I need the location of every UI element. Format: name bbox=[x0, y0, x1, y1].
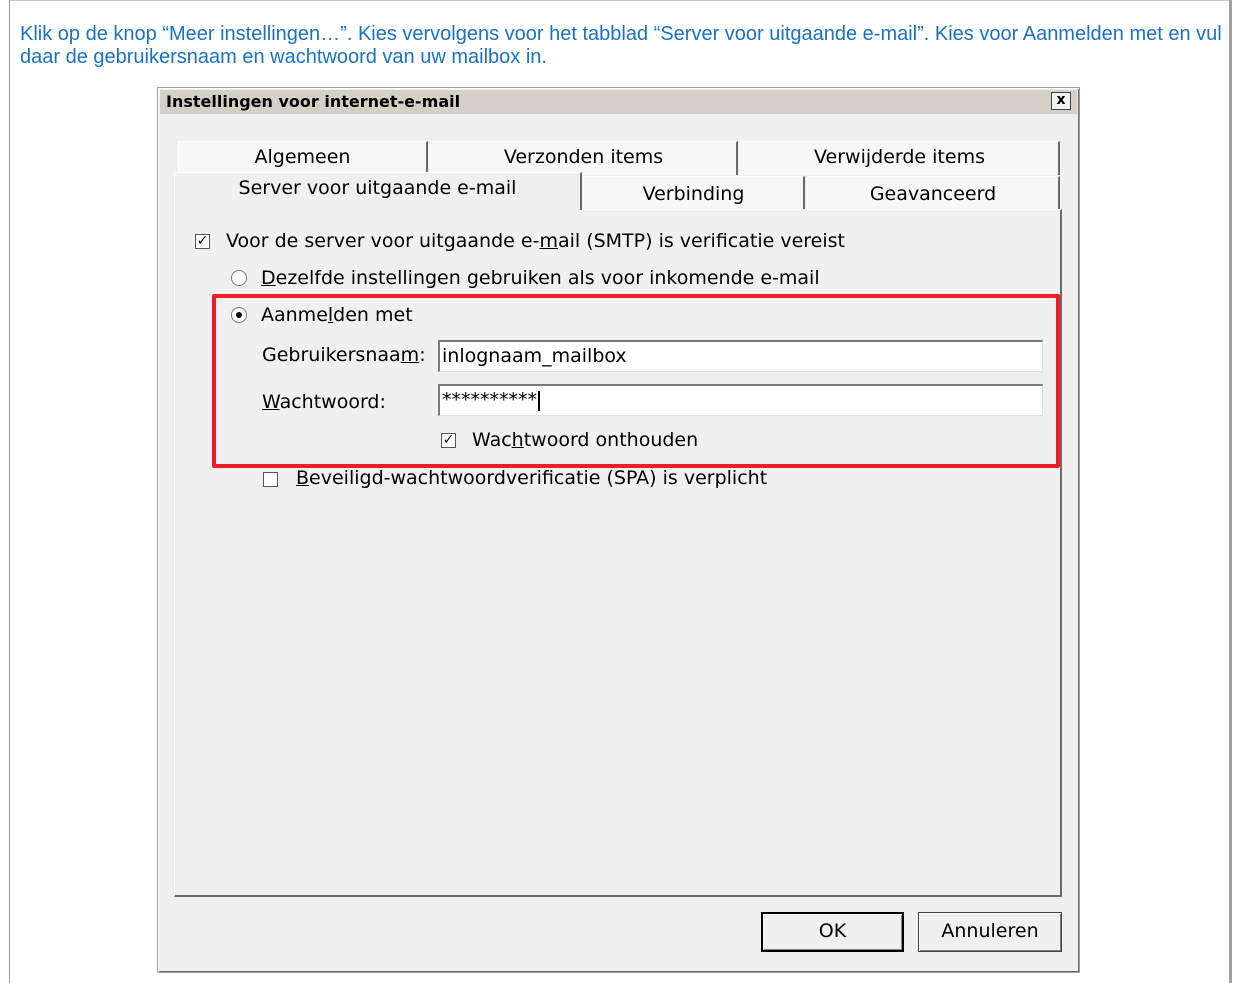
tab-verbinding[interactable]: Verbinding bbox=[583, 176, 805, 210]
smtp-auth-label: Voor de server voor uitgaande e-mail (SM… bbox=[226, 230, 845, 252]
ok-label: OK bbox=[818, 920, 847, 942]
tab-algemeen[interactable]: Algemeen bbox=[178, 141, 428, 175]
instruction-text: Klik op de knop “Meer instellingen…”. Ki… bbox=[20, 23, 1222, 68]
spa-label: Beveiligd-wachtwoordverificatie (SPA) is… bbox=[296, 467, 768, 489]
cancel-button[interactable]: Annuleren bbox=[918, 912, 1062, 952]
tab-label: Geavanceerd bbox=[869, 183, 997, 205]
tab-label: Verzonden items bbox=[503, 146, 664, 168]
smtp-auth-checkbox[interactable]: ✓ bbox=[195, 234, 210, 249]
tab-label: Verwijderde items bbox=[814, 146, 985, 168]
check-icon: ✓ bbox=[196, 233, 209, 249]
cancel-label: Annuleren bbox=[941, 920, 1039, 942]
spa-checkbox[interactable] bbox=[263, 472, 278, 487]
tab-label: Server voor uitgaande e-mail bbox=[238, 177, 517, 199]
tab-verwijderde-items[interactable]: Verwijderde items bbox=[740, 141, 1060, 175]
page-frame-left bbox=[9, 0, 10, 983]
tab-label: Verbinding bbox=[642, 183, 745, 205]
tab-geavanceerd[interactable]: Geavanceerd bbox=[807, 176, 1060, 210]
close-button[interactable]: x bbox=[1051, 92, 1071, 110]
page-frame-right bbox=[1229, 0, 1232, 983]
dialog-title: Instellingen voor internet-e-mail bbox=[166, 92, 461, 111]
tab-verzonden-items[interactable]: Verzonden items bbox=[430, 141, 738, 175]
tab-label: Algemeen bbox=[254, 146, 351, 168]
same-settings-label: Dezelfde instellingen gebruiken als voor… bbox=[261, 267, 820, 289]
close-icon: x bbox=[1056, 92, 1066, 108]
highlight-box bbox=[212, 294, 1060, 468]
tab-server-uitgaande-email[interactable]: Server voor uitgaande e-mail bbox=[174, 172, 582, 210]
dialog-titlebar: Instellingen voor internet-e-mail x bbox=[160, 90, 1077, 114]
page-frame-top bbox=[10, 0, 1230, 1]
same-settings-radio[interactable] bbox=[231, 270, 247, 286]
ok-button[interactable]: OK bbox=[761, 912, 904, 952]
